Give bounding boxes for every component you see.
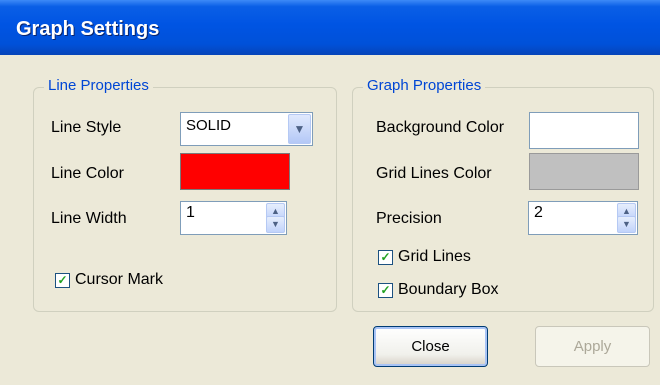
line-properties-title: Line Properties <box>44 77 153 94</box>
close-button[interactable]: Close <box>373 326 488 367</box>
checkmark-icon[interactable]: ✓ <box>378 249 393 265</box>
grid-lines-color-swatch[interactable] <box>529 153 639 190</box>
triangle-down-icon[interactable]: ▼ <box>266 216 285 233</box>
precision-value: 2 <box>534 204 543 221</box>
dialog-body: Line Properties Line Style SOLID ▼ Line … <box>4 55 656 385</box>
cursor-mark-label: Cursor Mark <box>75 271 164 288</box>
checkmark-icon[interactable]: ✓ <box>55 272 70 288</box>
line-width-label: Line Width <box>51 210 127 227</box>
line-color-swatch[interactable] <box>180 153 290 190</box>
line-style-dropdown[interactable]: SOLID ▼ <box>180 112 313 146</box>
graph-properties-title: Graph Properties <box>363 77 486 94</box>
background-color-swatch[interactable] <box>529 112 639 149</box>
grid-lines-color-label: Grid Lines Color <box>376 165 492 182</box>
title-bar[interactable]: Graph Settings <box>0 0 660 55</box>
line-style-label: Line Style <box>51 119 122 136</box>
grid-lines-checkbox[interactable]: ✓ Grid Lines <box>378 248 471 266</box>
line-style-value: SOLID <box>186 117 232 134</box>
graph-settings-window: Graph Settings Line Properties Line Styl… <box>0 0 660 385</box>
boundary-box-checkbox[interactable]: ✓ Boundary Box <box>378 281 499 299</box>
line-color-label: Line Color <box>51 165 124 182</box>
checkmark-icon[interactable]: ✓ <box>378 282 393 298</box>
apply-button[interactable]: Apply <box>535 326 650 367</box>
chevron-down-icon[interactable]: ▼ <box>288 114 311 144</box>
cursor-mark-checkbox[interactable]: ✓ Cursor Mark <box>55 271 163 289</box>
triangle-down-icon[interactable]: ▼ <box>617 216 636 233</box>
precision-label: Precision <box>376 210 442 227</box>
precision-spinner[interactable]: 2 ▲ ▼ <box>528 201 638 235</box>
background-color-label: Background Color <box>376 119 505 136</box>
line-width-value: 1 <box>186 204 195 221</box>
grid-lines-label: Grid Lines <box>398 248 471 265</box>
window-title: Graph Settings <box>16 18 160 40</box>
line-width-spinner[interactable]: 1 ▲ ▼ <box>180 201 287 235</box>
boundary-box-label: Boundary Box <box>398 281 499 298</box>
